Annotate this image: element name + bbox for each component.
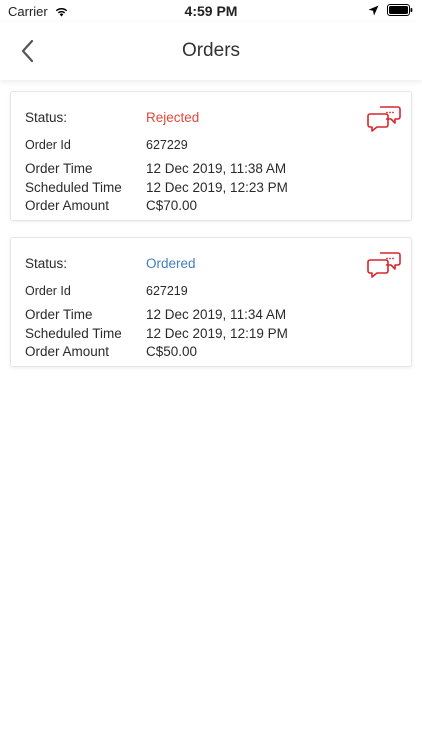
- battery-icon: [387, 4, 413, 16]
- scheduled-time-value: 12 Dec 2019, 12:19 PM: [146, 326, 288, 341]
- order-id-label: Order Id: [25, 138, 71, 152]
- chat-icon[interactable]: [367, 104, 401, 134]
- order-id-label: Order Id: [25, 284, 71, 298]
- order-amount-label: Order Amount: [25, 344, 110, 359]
- order-amount-value: C$50.00: [146, 344, 198, 359]
- status-icons: [368, 4, 413, 16]
- status-label: Status:: [25, 110, 68, 125]
- order-card[interactable]: Status: Rejected Order Id 627229 Order T…: [10, 91, 412, 221]
- order-amount-value: C$70.00: [146, 198, 198, 213]
- order-id-value: 627229: [146, 138, 188, 152]
- navigation-bar: Orders: [0, 22, 422, 80]
- status-label: Status:: [25, 256, 68, 271]
- chat-icon[interactable]: [367, 250, 401, 280]
- order-card[interactable]: Status: Ordered Order Id 627219 Order Ti…: [10, 237, 412, 367]
- status-bar: Carrier 4:59 PM: [0, 0, 422, 22]
- page-title: Orders: [181, 40, 241, 61]
- scheduled-time-value: 12 Dec 2019, 12:23 PM: [146, 180, 288, 195]
- order-time-value: 12 Dec 2019, 11:34 AM: [146, 307, 287, 322]
- scheduled-time-label: Scheduled Time: [25, 180, 122, 195]
- order-time-label: Order Time: [25, 161, 93, 176]
- order-time-value: 12 Dec 2019, 11:38 AM: [146, 161, 287, 176]
- status-value: Ordered: [146, 256, 196, 271]
- order-id-value: 627219: [146, 284, 188, 298]
- order-amount-label: Order Amount: [25, 198, 110, 213]
- orders-list: Status: Rejected Order Id 627229 Order T…: [10, 91, 412, 383]
- order-time-label: Order Time: [25, 307, 93, 322]
- clock: 4:59 PM: [184, 3, 238, 19]
- scheduled-time-label: Scheduled Time: [25, 326, 122, 341]
- location-arrow-icon: [368, 5, 379, 15]
- status-value: Rejected: [146, 110, 200, 125]
